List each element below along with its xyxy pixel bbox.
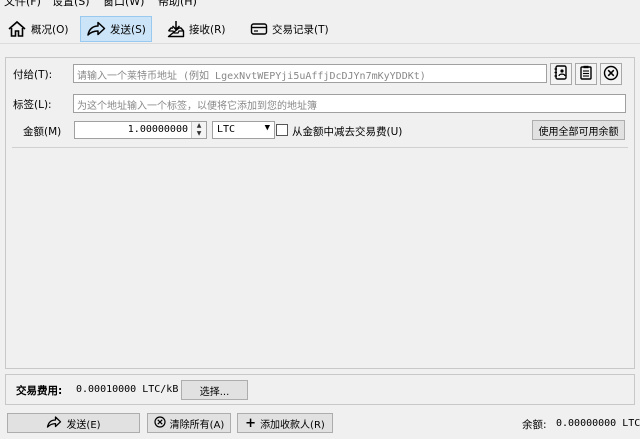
pay-to-input[interactable]: 请输入一个莱特币地址 (例如 LgexNvtWEPYji5uAffjDcDJYn… <box>73 64 547 83</box>
pay-to-label: 付给(T): <box>13 69 53 81</box>
send-arrow-icon <box>46 415 62 431</box>
menu-window[interactable]: 窗口(W) <box>103 0 144 9</box>
tab-receive-label: 接收(R) <box>189 23 226 36</box>
tab-receive[interactable]: 接收(R) <box>162 16 231 42</box>
tab-transactions[interactable]: 交易记录(T) <box>245 16 334 42</box>
add-recipient-label: 添加收款人(R) <box>260 419 325 431</box>
home-icon <box>7 20 27 38</box>
remove-recipient-button[interactable] <box>600 63 622 85</box>
use-available-balance-button[interactable]: 使用全部可用余额 <box>532 120 625 140</box>
subtract-fee-label[interactable]: 从金额中减去交易费(U) <box>292 124 402 139</box>
fee-label: 交易费用: <box>16 385 63 397</box>
label-field-label: 标签(L): <box>13 99 52 111</box>
menu-file[interactable]: 文件(F) <box>4 0 41 9</box>
close-circle-icon <box>154 415 166 431</box>
clear-all-button[interactable]: 清除所有(A) <box>147 413 231 433</box>
tab-transactions-label: 交易记录(T) <box>272 23 329 36</box>
tab-overview[interactable]: 概况(O) <box>2 16 73 42</box>
inbox-download-icon <box>167 20 185 38</box>
menu-help[interactable]: 帮助(H) <box>158 0 197 9</box>
label-input[interactable]: 为这个地址输入一个标签，以便将它添加到您的地址簿 <box>73 94 626 113</box>
send-button-label: 发送(E) <box>66 419 101 431</box>
recipient-panel: 付给(T): 请输入一个莱特币地址 (例如 LgexNvtWEPYji5uAff… <box>5 57 635 369</box>
choose-fee-button[interactable]: 选择... <box>181 380 248 400</box>
panel-divider <box>12 147 628 148</box>
address-book-icon <box>554 65 568 83</box>
use-available-balance-label: 使用全部可用余额 <box>538 126 619 138</box>
fee-bar: 交易费用: 0.00010000 LTC/kB 选择... <box>5 374 635 405</box>
add-recipient-button[interactable]: + 添加收款人(R) <box>237 413 333 433</box>
clipboard-icon <box>579 65 593 83</box>
amount-value: 1.00000000 <box>127 124 188 135</box>
subtract-fee-checkbox[interactable] <box>276 124 288 136</box>
clear-all-label: 清除所有(A) <box>169 419 225 431</box>
send-button[interactable]: 发送(E) <box>7 413 140 433</box>
menu-settings[interactable]: 设置(S) <box>52 0 90 9</box>
credit-card-icon <box>250 22 268 36</box>
amount-label: 金额(M) <box>23 126 62 138</box>
tab-send[interactable]: 发送(S) <box>80 16 152 42</box>
main-toolbar: 概况(O) 发送(S) 接收(R) 交易记录(T) <box>0 14 640 44</box>
plus-icon: + <box>245 415 257 431</box>
unit-select[interactable]: LTC ▼ <box>212 121 275 139</box>
choose-fee-label: 选择... <box>199 386 230 398</box>
bottom-action-bar: 发送(E) 清除所有(A) + 添加收款人(R) 余额: 0.00000000 … <box>0 410 640 439</box>
menu-bar: 文件(F) 设置(S) 窗口(W) 帮助(H) <box>0 0 640 9</box>
tab-send-label: 发送(S) <box>110 23 146 36</box>
address-book-button[interactable] <box>550 63 572 85</box>
balance-label: 余额: <box>522 419 547 431</box>
tab-overview-label: 概况(O) <box>31 23 69 36</box>
balance-value: 0.00000000 LTC <box>556 418 640 429</box>
close-circle-icon <box>603 65 619 84</box>
send-arrow-icon <box>86 21 106 37</box>
amount-input[interactable]: 1.00000000 ▲ ▼ <box>74 121 207 139</box>
fee-value: 0.00010000 LTC/kB <box>76 384 179 395</box>
unit-value: LTC <box>217 124 236 135</box>
amount-spinner[interactable]: ▲ ▼ <box>191 122 206 138</box>
chevron-down-icon: ▼ <box>264 123 270 133</box>
paste-button[interactable] <box>575 63 597 85</box>
